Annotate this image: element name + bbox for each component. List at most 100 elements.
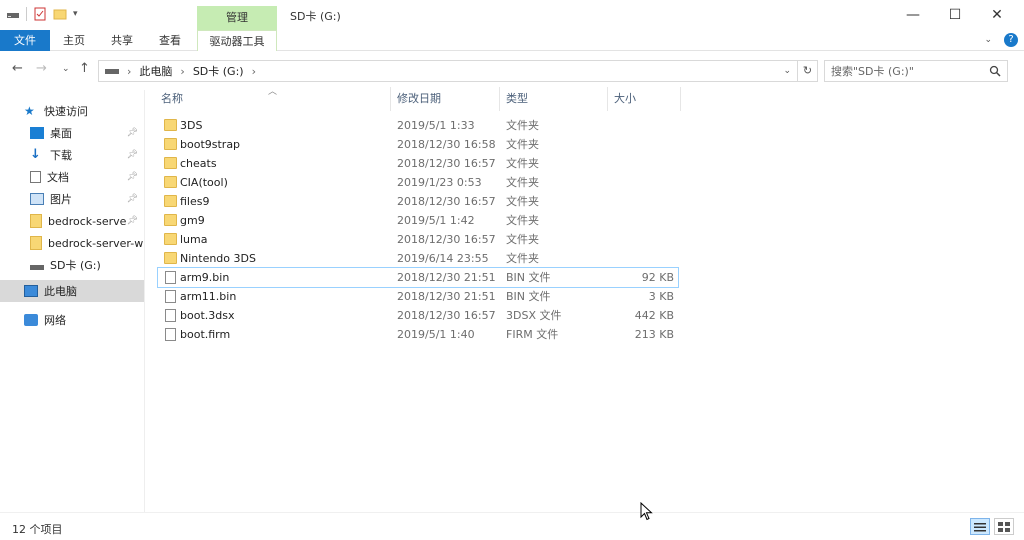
file-explorer-window: ▾ 管理 SD卡 (G:) — ☐ ✕ 文件 主页 共享 查看 驱动器工具 ⌄ …: [0, 0, 1024, 540]
search-input[interactable]: 搜索"SD卡 (G:)": [824, 60, 1008, 82]
pin-icon[interactable]: 📌︎: [127, 194, 138, 204]
pin-icon[interactable]: 📌︎: [127, 172, 138, 182]
window-title: SD卡 (G:): [290, 10, 341, 23]
nav-item-network[interactable]: 网络: [0, 309, 144, 331]
tab-manage[interactable]: 管理: [197, 6, 277, 30]
forward-icon[interactable]: →: [36, 61, 47, 76]
nav-item-pictures[interactable]: 图片 📌︎: [0, 188, 144, 210]
folder-icon: [164, 138, 177, 150]
file-date: 2019/6/14 23:55: [397, 252, 489, 265]
file-name: CIA(tool): [180, 176, 228, 189]
nav-item-label: 快速访问: [44, 105, 88, 118]
file-date: 2018/12/30 16:57: [397, 157, 496, 170]
file-name: boot.3dsx: [180, 309, 235, 322]
tab-drive-tools[interactable]: 驱动器工具: [197, 30, 277, 51]
ribbon-tabs: 文件 主页 共享 查看 驱动器工具 ⌄ ?: [0, 30, 1024, 51]
breadcrumb-separator: ›: [180, 64, 185, 78]
table-row[interactable]: boot9strap 2018/12/30 16:58 文件夹: [158, 135, 678, 154]
drive-icon: [30, 264, 44, 270]
close-button[interactable]: ✕: [974, 0, 1020, 30]
ribbon-right-controls: ⌄ ?: [984, 33, 1018, 47]
tab-view[interactable]: 查看: [148, 30, 192, 51]
recent-locations-icon[interactable]: ⌄: [62, 64, 70, 74]
file-type: 文件夹: [506, 195, 539, 208]
pin-icon[interactable]: 📌︎: [127, 128, 138, 138]
folder-icon: [164, 157, 177, 169]
file-icon: [165, 328, 176, 341]
new-folder-icon[interactable]: [53, 7, 67, 21]
table-row[interactable]: boot.firm 2019/5/1 1:40 FIRM 文件 213 KB: [158, 325, 678, 344]
mouse-cursor-icon: [640, 502, 653, 521]
nav-item-this-pc[interactable]: 此电脑: [0, 280, 144, 302]
file-size: 442 KB: [634, 309, 674, 322]
tab-file[interactable]: 文件: [0, 30, 50, 51]
column-header-name[interactable]: 名称: [156, 87, 391, 111]
back-icon[interactable]: ←: [12, 61, 23, 76]
breadcrumb-sd-card[interactable]: SD卡 (G:): [193, 63, 244, 79]
refresh-button[interactable]: ↻: [798, 60, 818, 82]
file-date: 2018/12/30 16:57: [397, 233, 496, 246]
file-icon: [165, 309, 176, 322]
nav-item-documents[interactable]: 文档 📌︎: [0, 166, 144, 188]
search-placeholder: 搜索"SD卡 (G:)": [831, 65, 914, 78]
folder-icon: [164, 119, 177, 131]
file-type: 文件夹: [506, 119, 539, 132]
nav-item-desktop[interactable]: 桌面 📌︎: [0, 122, 144, 144]
help-icon[interactable]: ?: [1004, 33, 1018, 47]
quick-access-toolbar: ▾: [6, 7, 78, 21]
table-row[interactable]: Nintendo 3DS 2019/6/14 23:55 文件夹: [158, 249, 678, 268]
folder-icon: [164, 252, 177, 264]
up-icon[interactable]: ↑: [79, 61, 90, 76]
file-name: files9: [180, 195, 210, 208]
address-bar[interactable]: › 此电脑 › SD卡 (G:) › ⌄: [98, 60, 798, 82]
table-row[interactable]: files9 2018/12/30 16:57 文件夹: [158, 192, 678, 211]
nav-item-bedrock-server-w[interactable]: bedrock-server-w: [0, 232, 144, 254]
drive-icon: [105, 69, 119, 74]
file-date: 2019/5/1 1:42: [397, 214, 475, 227]
document-icon: [30, 171, 41, 183]
customize-toolbar-icon[interactable]: ▾: [73, 9, 78, 19]
column-header-size[interactable]: 大小: [609, 87, 681, 111]
file-size: 92 KB: [641, 271, 674, 284]
tab-share[interactable]: 共享: [100, 30, 144, 51]
nav-item-label: 网络: [44, 314, 66, 327]
properties-icon[interactable]: [33, 7, 47, 21]
address-row: ← → ⌄ ↑ › 此电脑 › SD卡 (G:) › ⌄ ↻ 搜索"SD卡 (G…: [0, 55, 1024, 85]
expand-ribbon-icon[interactable]: ⌄: [984, 35, 992, 45]
address-dropdown-icon[interactable]: ⌄: [783, 66, 791, 76]
nav-item-quick-access[interactable]: ★ 快速访问: [0, 100, 144, 122]
tab-home[interactable]: 主页: [52, 30, 96, 51]
table-row[interactable]: CIA(tool) 2019/1/23 0:53 文件夹: [158, 173, 678, 192]
nav-item-downloads[interactable]: ↓ 下载 📌︎: [0, 144, 144, 166]
file-date: 2019/5/1 1:33: [397, 119, 475, 132]
pin-icon[interactable]: 📌︎: [127, 150, 138, 160]
nav-item-bedrock-server[interactable]: bedrock-server 📌︎: [0, 210, 144, 232]
nav-item-label: SD卡 (G:): [50, 259, 101, 272]
column-header-type[interactable]: 类型: [501, 87, 608, 111]
minimize-button[interactable]: —: [890, 0, 936, 30]
table-row[interactable]: arm11.bin 2018/12/30 21:51 BIN 文件 3 KB: [158, 287, 678, 306]
table-row[interactable]: gm9 2019/5/1 1:42 文件夹: [158, 211, 678, 230]
nav-item-label: 图片: [50, 193, 72, 206]
pin-icon[interactable]: 📌︎: [127, 216, 138, 226]
column-header-date[interactable]: 修改日期: [392, 87, 500, 111]
file-type: 文件夹: [506, 176, 539, 189]
maximize-button[interactable]: ☐: [932, 0, 978, 30]
breadcrumb-this-pc[interactable]: 此电脑: [139, 63, 172, 79]
drive-icon: [7, 13, 19, 18]
table-row[interactable]: luma 2018/12/30 16:57 文件夹: [158, 230, 678, 249]
nav-item-label: bedrock-server-w: [48, 236, 144, 250]
table-row[interactable]: 3DS 2019/5/1 1:33 文件夹: [158, 116, 678, 135]
file-date: 2019/5/1 1:40: [397, 328, 475, 341]
table-row[interactable]: arm9.bin 2018/12/30 21:51 BIN 文件 92 KB: [157, 267, 679, 288]
file-icon: [165, 271, 176, 284]
file-name: arm9.bin: [180, 271, 230, 284]
details-view-button[interactable]: [970, 518, 990, 535]
table-row[interactable]: cheats 2018/12/30 16:57 文件夹: [158, 154, 678, 173]
large-icons-view-button[interactable]: [994, 518, 1014, 535]
nav-item-sd-card[interactable]: SD卡 (G:): [0, 254, 144, 276]
file-date: 2018/12/30 16:57: [397, 195, 496, 208]
table-row[interactable]: boot.3dsx 2018/12/30 16:57 3DSX 文件 442 KB: [158, 306, 678, 325]
folder-icon: [164, 214, 177, 226]
search-icon[interactable]: [989, 65, 1001, 77]
